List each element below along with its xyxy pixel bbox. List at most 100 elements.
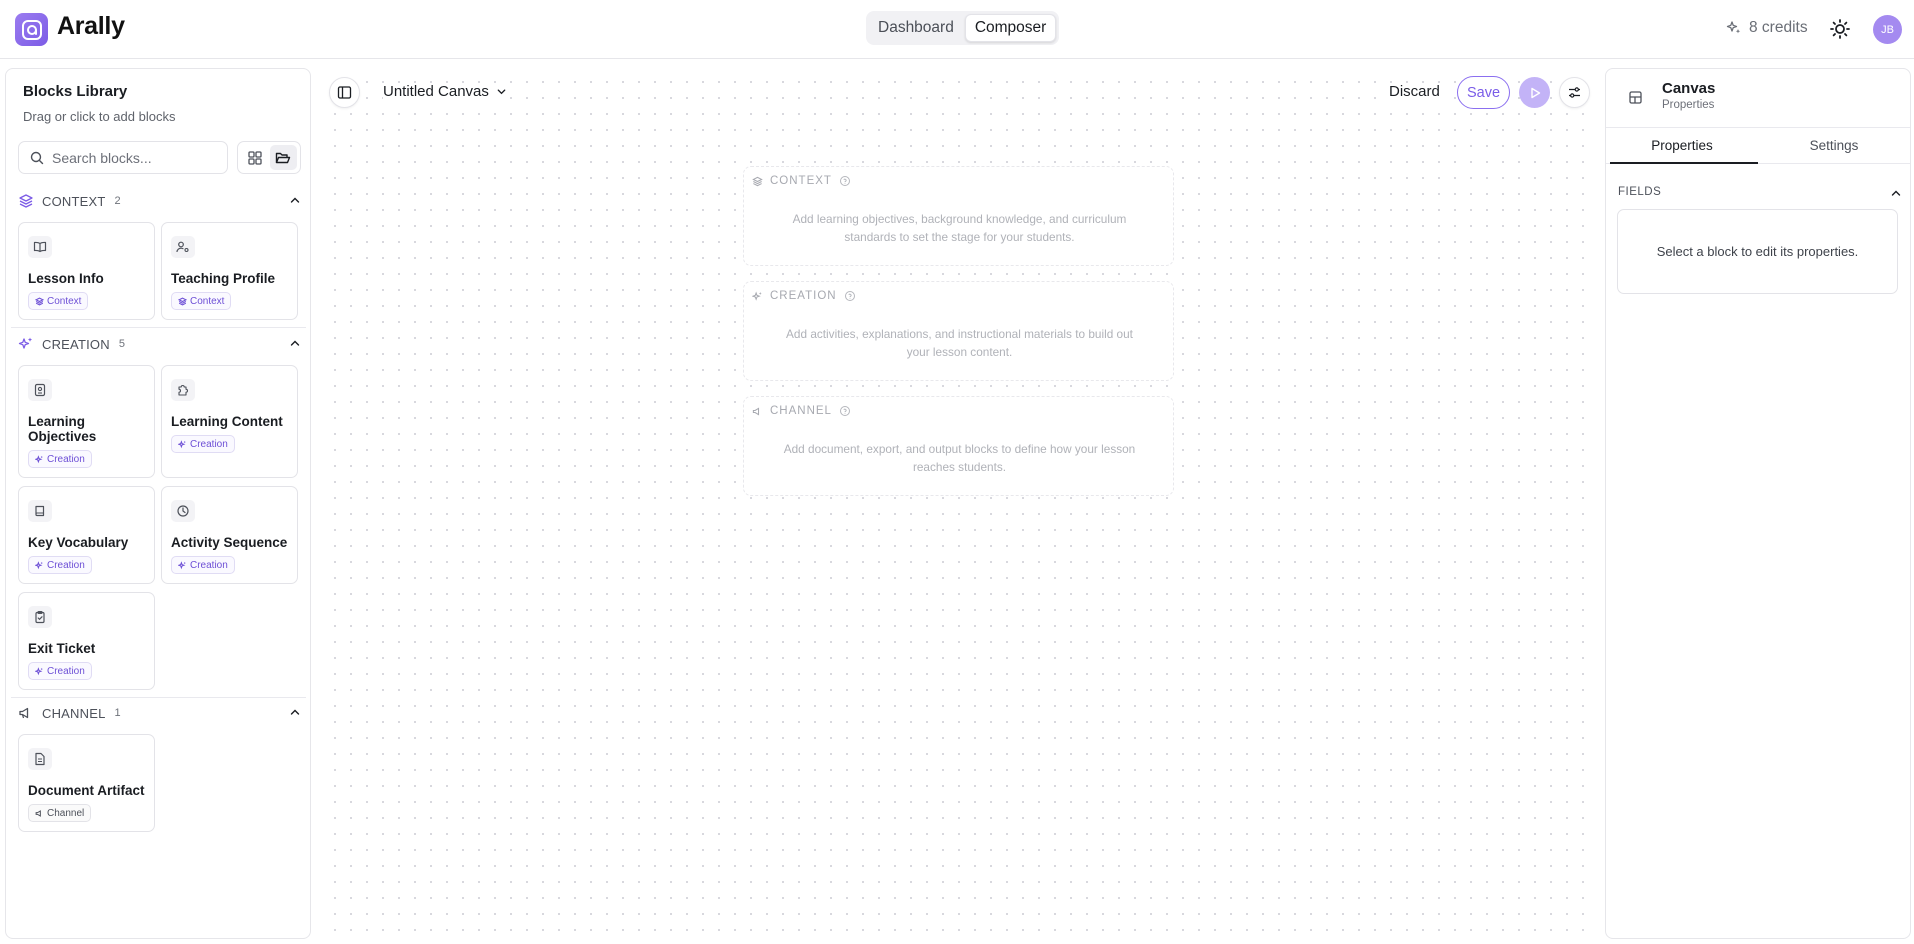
- avatar[interactable]: JB: [1873, 15, 1902, 44]
- drop-zone-context[interactable]: CONTEXT Add learning objectives, backgro…: [743, 166, 1174, 266]
- section-header-creation[interactable]: CREATION 5: [18, 334, 303, 354]
- layout-icon: [1625, 87, 1647, 109]
- block-tag-label: Creation: [190, 559, 228, 571]
- block-tag-label: Context: [47, 295, 82, 307]
- credits-label: 8 credits: [1749, 19, 1808, 36]
- help-icon[interactable]: [839, 405, 851, 417]
- layers-icon: [752, 176, 763, 187]
- section-name: CREATION: [42, 336, 110, 352]
- panel-tabs: Properties Settings: [1606, 127, 1910, 164]
- block-tag: Creation: [171, 556, 235, 574]
- chevron-down-icon: [496, 86, 507, 97]
- zone-title: CHANNEL: [770, 405, 832, 417]
- fields-heading: FIELDS: [1618, 186, 1662, 198]
- chevron-up-icon[interactable]: [289, 337, 301, 349]
- help-icon[interactable]: [844, 290, 856, 302]
- block-title: Teaching Profile: [171, 271, 276, 286]
- sliders-icon: [1567, 85, 1582, 100]
- target-doc-icon: [28, 379, 52, 401]
- canvas-name-dropdown[interactable]: Untitled Canvas: [383, 83, 507, 100]
- block-tag: Context: [171, 292, 232, 310]
- sparkles-icon: [35, 560, 44, 570]
- block-title: Key Vocabulary: [28, 535, 129, 550]
- tab-properties[interactable]: Properties: [1606, 128, 1758, 164]
- zone-title: CREATION: [770, 290, 837, 302]
- block-title: Lesson Info: [28, 271, 104, 286]
- view-toggle: [237, 141, 301, 174]
- block-card-learning-objectives[interactable]: Learning Objectives Creation: [18, 365, 155, 478]
- sun-icon[interactable]: [1829, 18, 1851, 40]
- drop-zone-creation[interactable]: CREATION Add activities, explanations, a…: [743, 281, 1174, 381]
- block-title: Exit Ticket: [28, 641, 96, 656]
- section-header-channel[interactable]: CHANNEL 1: [18, 703, 303, 723]
- section-count: 1: [114, 707, 121, 719]
- layers-icon: [18, 193, 34, 209]
- section-divider: [11, 697, 306, 698]
- grid-icon: [248, 150, 262, 165]
- discard-button[interactable]: Discard: [1389, 83, 1440, 100]
- block-card-lesson-info[interactable]: Lesson Info Context: [18, 222, 155, 320]
- section-divider: [11, 327, 306, 328]
- empty-state-message: Select a block to edit its properties.: [1617, 209, 1898, 294]
- book-icon: [28, 236, 52, 258]
- clipboard-check-icon: [28, 606, 52, 628]
- save-button[interactable]: Save: [1457, 76, 1510, 109]
- help-icon[interactable]: [839, 175, 851, 187]
- block-tag: Creation: [28, 556, 92, 574]
- block-title: Learning Objectives: [28, 414, 97, 444]
- sidebar-icon: [337, 85, 352, 100]
- section-name: CHANNEL: [42, 705, 106, 721]
- block-tag: Creation: [28, 662, 92, 680]
- block-tag-label: Context: [190, 295, 225, 307]
- block-card-teaching-profile[interactable]: Teaching Profile Context: [161, 222, 298, 320]
- credits-indicator[interactable]: 8 credits: [1726, 19, 1808, 37]
- block-tag: Context: [28, 292, 89, 310]
- block-card-exit-ticket[interactable]: Exit Ticket Creation: [18, 592, 155, 690]
- app-logo-icon[interactable]: [15, 13, 48, 46]
- play-icon: [1528, 86, 1542, 100]
- toggle-sidebar-button[interactable]: [329, 77, 360, 108]
- panel-subtitle: Properties: [1662, 99, 1715, 111]
- chevron-up-icon[interactable]: [289, 706, 301, 718]
- sparkles-icon: [752, 291, 763, 302]
- chevron-up-icon[interactable]: [289, 194, 301, 206]
- megaphone-icon: [18, 705, 34, 721]
- user-cog-icon: [171, 236, 195, 258]
- search-box[interactable]: [18, 141, 228, 174]
- block-card-key-vocabulary[interactable]: Key Vocabulary Creation: [18, 486, 155, 584]
- block-card-learning-content[interactable]: Learning Content Creation: [161, 365, 298, 478]
- block-tag: Creation: [171, 435, 235, 453]
- section-count: 2: [114, 195, 121, 207]
- composer-canvas[interactable]: Untitled Canvas Discard Save CONTEXT Add…: [321, 68, 1598, 939]
- tab-composer[interactable]: Composer: [964, 14, 1057, 42]
- zone-title: CONTEXT: [770, 175, 832, 187]
- block-tag: Channel: [28, 804, 92, 822]
- zone-header: CREATION: [752, 290, 856, 302]
- properties-panel: Canvas Properties Properties Settings FI…: [1605, 68, 1911, 939]
- section-name: CONTEXT: [42, 193, 106, 209]
- sparkle-icon: [1726, 20, 1742, 36]
- section-count: 5: [118, 338, 125, 350]
- folder-view-button[interactable]: [269, 145, 297, 170]
- zone-description: Add learning objectives, background know…: [792, 212, 1127, 244]
- blocks-library-panel: Blocks Library Drag or click to add bloc…: [5, 68, 311, 939]
- run-button[interactable]: [1519, 77, 1550, 108]
- search-icon: [30, 151, 44, 165]
- tab-settings[interactable]: Settings: [1758, 128, 1910, 163]
- block-tag-label: Creation: [190, 438, 228, 450]
- grid-view-button[interactable]: [242, 145, 269, 170]
- block-card-document-artifact[interactable]: Document Artifact Channel: [18, 734, 155, 832]
- options-button[interactable]: [1559, 77, 1590, 108]
- section-header-context[interactable]: CONTEXT 2: [18, 191, 303, 211]
- search-input[interactable]: [52, 149, 212, 166]
- tab-dashboard[interactable]: Dashboard: [869, 14, 963, 42]
- megaphone-icon: [35, 809, 44, 818]
- zone-description: Add document, export, and output blocks …: [783, 442, 1136, 474]
- sparkles-icon: [35, 666, 44, 676]
- drop-zone-channel[interactable]: CHANNEL Add document, export, and output…: [743, 396, 1174, 496]
- panel-title: Canvas: [1662, 80, 1716, 97]
- main-nav: Dashboard Composer: [866, 11, 1060, 45]
- block-card-activity-sequence[interactable]: Activity Sequence Creation: [161, 486, 298, 584]
- chevron-up-icon[interactable]: [1890, 187, 1902, 199]
- sparkles-icon: [18, 336, 34, 352]
